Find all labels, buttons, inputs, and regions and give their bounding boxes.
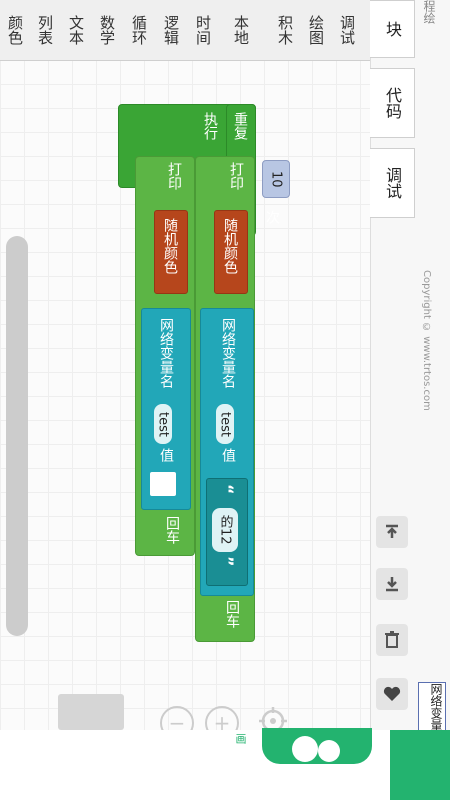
category-local[interactable]: 本地: [228, 4, 254, 56]
random-color-label-2: 随机颜色: [162, 218, 178, 274]
newline-label-2: 回车: [164, 516, 180, 544]
times-label: 次: [264, 210, 280, 224]
value-label-1: 值: [220, 448, 236, 462]
string-close-quote: ”: [218, 556, 237, 567]
string-open-quote: “: [218, 484, 237, 495]
workspace-trashcan-icon[interactable]: [58, 694, 124, 730]
newline-label-1: 回车: [224, 600, 240, 628]
category-math[interactable]: 数学: [94, 4, 120, 56]
empty-value-socket[interactable]: [150, 472, 176, 496]
tab-debug[interactable]: 调试: [370, 148, 415, 218]
value-label-2: 值: [158, 448, 174, 462]
trash-icon[interactable]: [376, 624, 408, 656]
var-name-field-1[interactable]: test: [216, 404, 234, 444]
net-var-label-1: 网络变量名: [220, 318, 236, 388]
category-color[interactable]: 颜色: [2, 4, 28, 56]
print-label-1: 打印: [228, 162, 244, 190]
category-blocks[interactable]: 积木: [272, 4, 298, 56]
category-debug[interactable]: 调试: [334, 4, 360, 56]
var-name-field-2[interactable]: test: [154, 404, 172, 444]
category-time[interactable]: 时间: [190, 4, 216, 56]
print-label-2: 打印: [166, 162, 182, 190]
workspace-scrollbar[interactable]: [6, 236, 28, 636]
string-value-field[interactable]: 的12: [212, 508, 238, 552]
download-icon[interactable]: [376, 568, 408, 600]
net-var-label-2: 网络变量名: [158, 318, 174, 388]
category-logic[interactable]: 逻辑: [158, 4, 184, 56]
variable-chip[interactable]: 网络变量: [418, 682, 446, 732]
app-title: 程绘画: [422, 0, 436, 24]
upload-icon[interactable]: [376, 516, 408, 548]
repeat-count-input[interactable]: 10: [262, 160, 290, 198]
tab-blocks[interactable]: 块: [370, 0, 415, 58]
repeat-label: 重复: [232, 112, 248, 140]
copyright-text: Copyright © www.trtos.com: [421, 270, 432, 411]
category-drawing[interactable]: 绘图: [303, 4, 329, 56]
category-list[interactable]: 列表: [32, 4, 58, 56]
do-label: 执行: [202, 112, 218, 140]
bottom-label: 画: [234, 733, 247, 744]
category-text[interactable]: 文本: [63, 4, 89, 56]
tab-code[interactable]: 代码: [370, 68, 415, 138]
random-color-label-1: 随机颜色: [222, 218, 238, 274]
category-loop[interactable]: 循环: [126, 4, 152, 56]
green-decoration: [262, 728, 372, 764]
green-action-button[interactable]: [390, 730, 450, 800]
category-toolbox: 调试 绘图 积木 本地 时间 逻辑 循环 数学 文本 列表 颜色: [0, 0, 370, 61]
heart-icon[interactable]: [376, 678, 408, 710]
bottom-bar: [0, 730, 450, 800]
